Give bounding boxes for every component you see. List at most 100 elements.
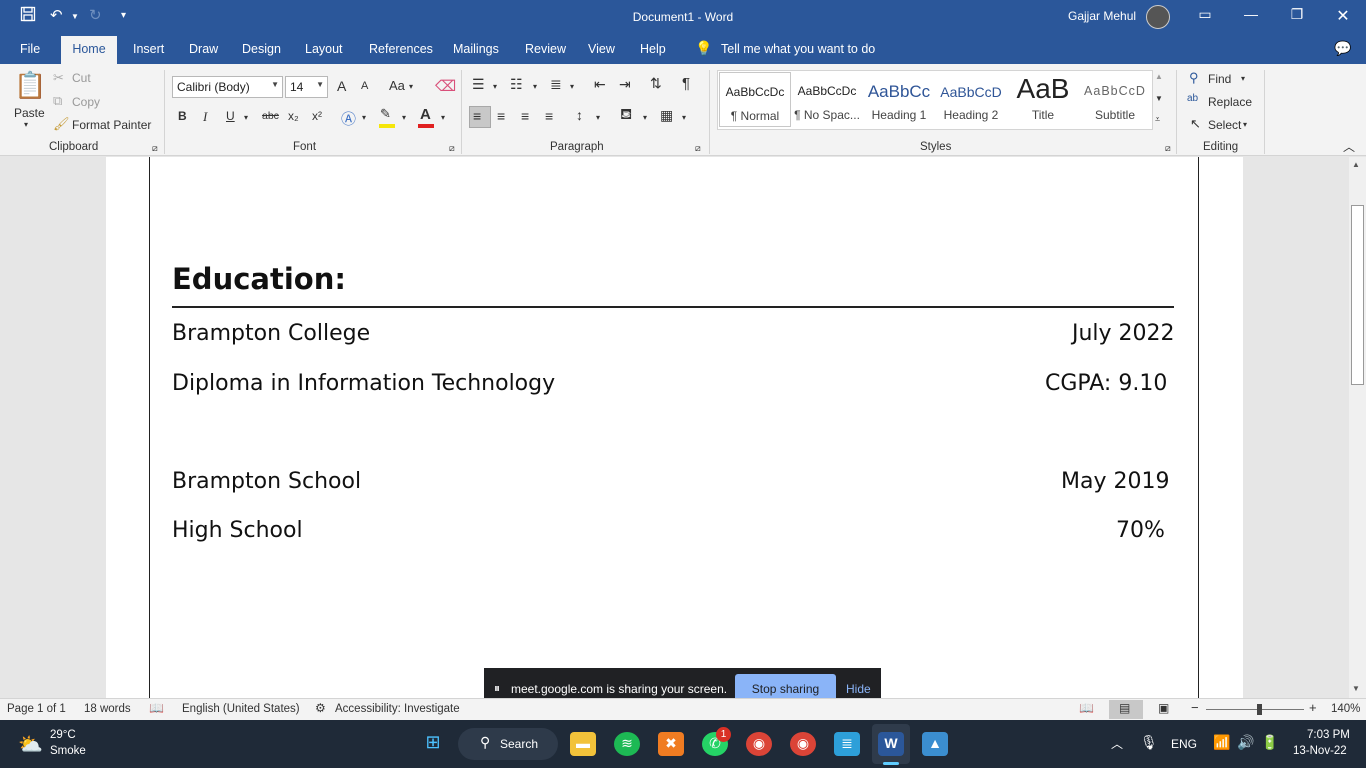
grow-font-button[interactable]: A <box>337 78 346 94</box>
accessibility-status[interactable]: Accessibility: Investigate <box>335 703 460 715</box>
superscript-button[interactable]: x² <box>312 109 322 123</box>
tab-draw[interactable]: Draw <box>189 42 218 56</box>
page-count[interactable]: Page 1 of 1 <box>7 703 66 715</box>
show-hidden-icons[interactable]: ︿ <box>1111 735 1123 752</box>
windows-start-icon[interactable]: ⊞ <box>420 732 446 756</box>
numbering-icon[interactable]: ☷ <box>510 76 523 93</box>
chevron-down-icon[interactable]: ▾ <box>362 113 366 122</box>
restore-button[interactable]: ❐ <box>1282 6 1312 26</box>
chevron-down-icon[interactable]: ▾ <box>682 113 686 122</box>
tab-layout[interactable]: Layout <box>305 42 343 56</box>
italic-button[interactable]: I <box>203 109 207 125</box>
ribbon-display-options-icon[interactable]: ▭ <box>1190 6 1220 26</box>
select-button[interactable]: Select <box>1208 118 1241 132</box>
chevron-down-icon[interactable]: ▾ <box>402 113 406 122</box>
text-effects-icon[interactable]: Ⓐ <box>341 108 356 129</box>
entry-institution[interactable]: Brampton College <box>172 321 370 346</box>
tab-help[interactable]: Help <box>640 42 666 56</box>
photos-icon[interactable]: ▲ <box>922 732 948 756</box>
word-icon[interactable]: W <box>878 732 904 756</box>
paste-icon[interactable]: 📋 <box>14 70 46 101</box>
zoom-slider-thumb[interactable] <box>1257 704 1262 715</box>
chevron-down-icon[interactable]: ▾ <box>643 113 647 122</box>
tab-references[interactable]: References <box>369 42 433 56</box>
tab-review[interactable]: Review <box>525 42 566 56</box>
shrink-font-button[interactable]: A <box>361 80 368 92</box>
bold-button[interactable]: B <box>178 109 187 123</box>
show-formatting-icon[interactable]: ¶ <box>682 75 690 92</box>
subscript-button[interactable]: x₂ <box>288 109 299 123</box>
entry-program[interactable]: High School <box>172 518 303 543</box>
language[interactable]: English (United States) <box>182 703 300 715</box>
styles-scroll-up-icon[interactable]: ▲ <box>1155 72 1163 81</box>
comments-icon[interactable]: 💬 <box>1334 40 1351 57</box>
multilevel-list-icon[interactable]: ≣ <box>550 76 562 93</box>
font-launcher-icon[interactable]: ⧄ <box>449 143 455 154</box>
entry-date[interactable]: May 2019 <box>1061 469 1169 494</box>
avatar[interactable] <box>1146 5 1170 29</box>
font-family-select[interactable]: Calibri (Body) ▼ <box>172 76 283 98</box>
copy-button[interactable]: Copy <box>72 95 100 109</box>
file-explorer-icon[interactable]: ▬ <box>570 732 596 756</box>
zoom-slider[interactable] <box>1206 709 1304 710</box>
web-layout-icon[interactable]: ▣ <box>1158 701 1169 715</box>
tab-design[interactable]: Design <box>242 42 281 56</box>
spotify-icon[interactable]: ≋ <box>614 732 640 756</box>
highlight-icon[interactable]: ✎ <box>380 106 391 122</box>
strikethrough-button[interactable]: abc <box>262 110 279 122</box>
entry-grade[interactable]: 70% <box>1116 518 1165 543</box>
chevron-down-icon[interactable]: ▾ <box>409 82 413 91</box>
microphone-icon[interactable]: 🎙 <box>1140 734 1158 751</box>
style-heading-2[interactable]: AaBbCcD Heading 2 <box>935 72 1007 127</box>
entry-date[interactable]: July 2022 <box>1072 321 1175 346</box>
notepad-icon[interactable]: ≣ <box>834 732 860 756</box>
zoom-out-icon[interactable]: − <box>1191 700 1199 715</box>
style-subtitle[interactable]: AaBbCcD Subtitle <box>1079 72 1151 127</box>
font-size-select[interactable]: 14 ▼ <box>285 76 328 98</box>
style-heading-1[interactable]: AaBbCc Heading 1 <box>863 72 935 127</box>
weather-condition[interactable]: Smoke <box>50 745 86 757</box>
paste-dropdown-icon[interactable]: ▾ <box>24 120 28 129</box>
tab-view[interactable]: View <box>588 42 615 56</box>
tab-mailings[interactable]: Mailings <box>453 42 499 56</box>
bullets-icon[interactable]: ☰ <box>472 76 485 93</box>
hide-button[interactable]: Hide <box>846 682 871 696</box>
borders-icon[interactable]: ▦ <box>660 107 673 124</box>
drag-handle-icon[interactable]: ⏸ <box>494 681 500 696</box>
paragraph-launcher-icon[interactable]: ⧄ <box>695 143 701 154</box>
entry-institution[interactable]: Brampton School <box>172 469 361 494</box>
zoom-in-icon[interactable]: + <box>1309 700 1317 715</box>
document-page[interactable] <box>106 157 1243 698</box>
clock-time[interactable]: 7:03 PM <box>1307 729 1350 741</box>
replace-button[interactable]: Replace <box>1208 95 1252 109</box>
paste-button[interactable]: Paste <box>14 106 45 120</box>
chevron-down-icon[interactable]: ▾ <box>570 82 574 91</box>
styles-launcher-icon[interactable]: ⧄ <box>1165 143 1171 154</box>
style-no-spacing[interactable]: AaBbCcDc ¶ No Spac... <box>791 72 863 127</box>
clock-date[interactable]: 13-Nov-22 <box>1293 745 1347 757</box>
collapse-ribbon-icon[interactable]: ︿ <box>1343 138 1355 155</box>
word-count[interactable]: 18 words <box>84 703 131 715</box>
chevron-down-icon[interactable]: ▾ <box>533 82 537 91</box>
align-right-icon[interactable]: ≡ <box>521 108 529 124</box>
volume-icon[interactable]: 🔊 <box>1237 734 1254 751</box>
tell-me-search[interactable]: Tell me what you want to do <box>721 42 875 56</box>
weather-temperature[interactable]: 29°C <box>50 729 76 741</box>
chevron-down-icon[interactable]: ▾ <box>244 113 248 122</box>
format-painter-button[interactable]: Format Painter <box>72 118 151 132</box>
font-color-icon[interactable]: A <box>420 106 431 123</box>
chevron-down-icon[interactable]: ▾ <box>596 113 600 122</box>
chevron-down-icon[interactable]: ▾ <box>493 82 497 91</box>
style-normal[interactable]: AaBbCcDc ¶ Normal <box>719 72 791 127</box>
align-center-icon[interactable]: ≡ <box>497 108 505 124</box>
wifi-icon[interactable]: 📶 <box>1213 734 1230 751</box>
scroll-up-icon[interactable]: ▲ <box>1352 160 1360 169</box>
user-name[interactable]: Gajjar Mehul <box>1068 9 1136 23</box>
clipboard-launcher-icon[interactable]: ⧄ <box>152 143 158 154</box>
entry-program[interactable]: Diploma in Information Technology <box>172 371 555 396</box>
shading-icon[interactable]: ⛾ <box>620 106 632 125</box>
underline-button[interactable]: U <box>226 109 235 123</box>
section-heading[interactable]: Education: <box>172 262 346 296</box>
read-mode-icon[interactable]: 📖 <box>1079 701 1094 715</box>
change-case-button[interactable]: Aa <box>389 78 405 93</box>
